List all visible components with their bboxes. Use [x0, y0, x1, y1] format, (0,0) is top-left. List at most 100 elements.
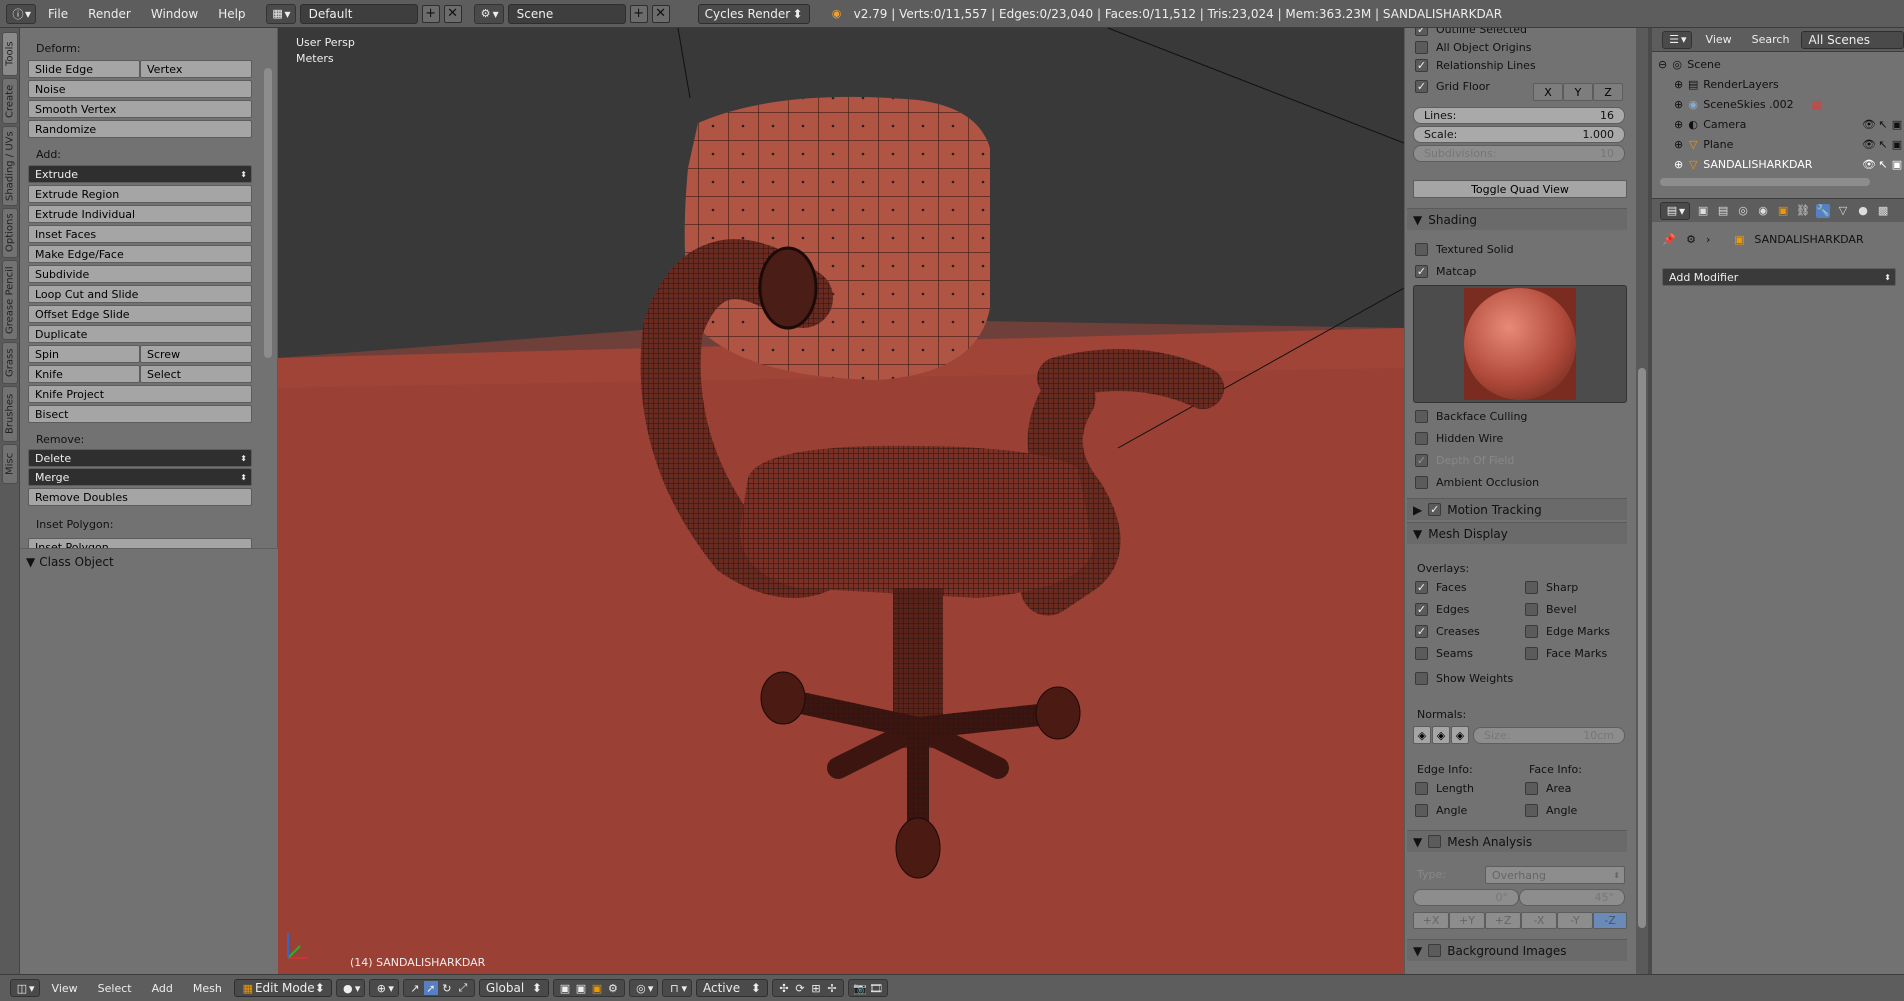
face-marks-toggle[interactable]: Face Marks	[1525, 647, 1607, 660]
checkbox[interactable]	[1415, 476, 1428, 489]
menu-add[interactable]: Add	[144, 982, 181, 995]
edge-length-toggle[interactable]: Length	[1415, 782, 1474, 795]
knife-select-button[interactable]: Select	[140, 365, 252, 383]
ambient-occlusion-toggle[interactable]: Ambient Occlusion	[1415, 476, 1539, 489]
backface-culling-toggle[interactable]: Backface Culling	[1415, 410, 1527, 423]
checkbox[interactable]	[1415, 672, 1428, 685]
checkbox[interactable]: ✓	[1415, 454, 1428, 467]
matcap-preview[interactable]	[1413, 285, 1627, 403]
grid-axis-x-button[interactable]: X	[1533, 83, 1563, 101]
checkbox[interactable]	[1428, 944, 1442, 957]
edge-select-icon[interactable]: ▣	[574, 981, 588, 995]
vertex-select-icon[interactable]: ▣	[558, 981, 572, 995]
duplicate-button[interactable]: Duplicate	[28, 325, 252, 343]
depth-of-field-toggle[interactable]: ✓ Depth Of Field	[1415, 454, 1514, 467]
outliner-row-plane[interactable]: ⊕ ▽ Plane 👁 ↖ ▣	[1652, 134, 1904, 154]
extrude-region-button[interactable]: Extrude Region	[28, 185, 252, 203]
snap-icon[interactable]: ✣	[777, 981, 791, 995]
object-tab-icon[interactable]: ▣	[1776, 204, 1790, 218]
menu-file[interactable]: File	[40, 7, 76, 21]
properties-scrollbar[interactable]	[1638, 368, 1646, 928]
transform-orientation-select[interactable]: Global ⬍	[478, 979, 549, 997]
show-weights-toggle[interactable]: Show Weights	[1415, 672, 1513, 685]
textured-solid-toggle[interactable]: Textured Solid	[1415, 243, 1514, 256]
manipulator-toggle-icon[interactable]: ↗	[408, 981, 422, 995]
loop-cut-button[interactable]: Loop Cut and Slide	[28, 285, 252, 303]
inset-polygon-button[interactable]: Inset Polygon	[28, 538, 252, 548]
tab-create[interactable]: Create	[2, 78, 18, 124]
viewport-shading-select[interactable]: ● ▾	[335, 979, 366, 997]
outliner-row-camera[interactable]: ⊕ ◐ Camera 👁 ↖ ▣	[1652, 114, 1904, 134]
edges-toggle[interactable]: ✓ Edges	[1415, 603, 1469, 616]
motion-tracking-panel-header[interactable]: ▶ ✓ Motion Tracking	[1407, 498, 1627, 520]
properties-editor-type-button[interactable]: ▤ ▾	[1660, 201, 1691, 220]
checkbox[interactable]	[1525, 603, 1538, 616]
checkbox[interactable]: ✓	[1415, 603, 1428, 616]
material-tab-icon[interactable]: ●	[1856, 204, 1870, 218]
render-tab-icon[interactable]: ▣	[1696, 204, 1710, 218]
checkbox[interactable]	[1415, 41, 1428, 54]
slide-edge-button[interactable]: Slide Edge	[28, 60, 140, 78]
data-tab-icon[interactable]: ▽	[1836, 204, 1850, 218]
randomize-button[interactable]: Randomize	[28, 120, 252, 138]
scale-manipulator-icon[interactable]: ⤢	[456, 981, 470, 995]
checkbox[interactable]	[1525, 581, 1538, 594]
faces-toggle[interactable]: ✓ Faces	[1415, 581, 1467, 594]
checkbox[interactable]: ✓	[1415, 28, 1428, 36]
translate-manipulator-icon[interactable]: ➚	[423, 981, 438, 995]
scene-tab-icon[interactable]: ◎	[1736, 204, 1750, 218]
background-images-panel-header[interactable]: ▼ Background Images	[1407, 939, 1627, 961]
texture-tab-icon[interactable]: ▩	[1876, 204, 1890, 218]
seams-toggle[interactable]: Seams	[1415, 647, 1473, 660]
pivot-point-select[interactable]: ⊕ ▾	[369, 979, 399, 997]
checkbox[interactable]: ✓	[1415, 625, 1428, 638]
toggle-quad-view-button[interactable]: Toggle Quad View	[1413, 180, 1627, 198]
outline-selected-toggle[interactable]: ✓ Outline Selected	[1415, 28, 1527, 36]
snap-element-select[interactable]: ⊓ ▾	[662, 979, 692, 997]
snap-rotation-icon[interactable]: ⟳	[793, 981, 807, 995]
edge-angle-toggle[interactable]: Angle	[1415, 804, 1467, 817]
split-normals-button[interactable]: ◈	[1432, 726, 1450, 744]
checkbox[interactable]	[1525, 625, 1538, 638]
menu-view[interactable]: View	[44, 982, 86, 995]
checkbox[interactable]: ✓	[1415, 581, 1428, 594]
noise-button[interactable]: Noise	[28, 80, 252, 98]
checkbox[interactable]	[1415, 804, 1428, 817]
mode-select[interactable]: ▦ Edit Mode ⬍	[233, 979, 332, 997]
axis-plus-y-button[interactable]: +Y	[1449, 912, 1485, 929]
spin-button[interactable]: Spin	[28, 345, 140, 363]
checkbox[interactable]	[1525, 782, 1538, 795]
checkbox[interactable]	[1415, 243, 1428, 256]
face-angle-toggle[interactable]: Angle	[1525, 804, 1577, 817]
grid-floor-toggle[interactable]: ✓ Grid Floor	[1415, 80, 1490, 93]
info-editor-type-button[interactable]: ⓘ ▾	[6, 3, 37, 24]
analysis-type-select[interactable]: Overhang ⬍	[1485, 866, 1625, 884]
overhang-min-field[interactable]: 0°	[1413, 889, 1519, 906]
face-select-icon[interactable]: ▣	[590, 981, 604, 995]
remove-scene-button[interactable]: ✕	[651, 4, 670, 23]
grid-scale-field[interactable]: Scale: 1.000	[1413, 126, 1625, 143]
smooth-vertex-button[interactable]: Smooth Vertex	[28, 100, 252, 118]
world-tab-icon[interactable]: ◉	[1756, 204, 1770, 218]
checkbox[interactable]: ✓	[1415, 80, 1428, 93]
render-camera-icon[interactable]: ▣	[1890, 137, 1904, 151]
outliner-hscrollbar[interactable]	[1660, 178, 1870, 186]
checkbox[interactable]: ✓	[1428, 503, 1442, 516]
checkbox[interactable]	[1415, 782, 1428, 795]
snap-project-icon[interactable]: ⊞	[809, 981, 823, 995]
render-camera-icon[interactable]: ▣	[1890, 157, 1904, 171]
occlude-geometry-icon[interactable]: ⚙	[606, 981, 620, 995]
add-scene-button[interactable]: +	[629, 4, 648, 23]
face-normals-button[interactable]: ◈	[1451, 726, 1469, 744]
scene-name-field[interactable]: Scene	[507, 3, 626, 24]
outliner-row-sceneskies[interactable]: ⊕ ◉ SceneSkies .002 ▩	[1652, 94, 1904, 114]
menu-select[interactable]: Select	[90, 982, 140, 995]
scene-selector-button[interactable]: ⚙ ▾	[473, 3, 504, 24]
shading-panel-header[interactable]: ▼ Shading	[1407, 208, 1627, 230]
tab-misc[interactable]: Misc	[2, 444, 18, 484]
render-camera-icon[interactable]: ▣	[1890, 117, 1904, 131]
select-arrow-icon[interactable]: ↖	[1876, 157, 1890, 171]
sharp-toggle[interactable]: Sharp	[1525, 581, 1578, 594]
vertex-normals-button[interactable]: ◈	[1413, 726, 1431, 744]
axis-plus-z-button[interactable]: +Z	[1485, 912, 1521, 929]
